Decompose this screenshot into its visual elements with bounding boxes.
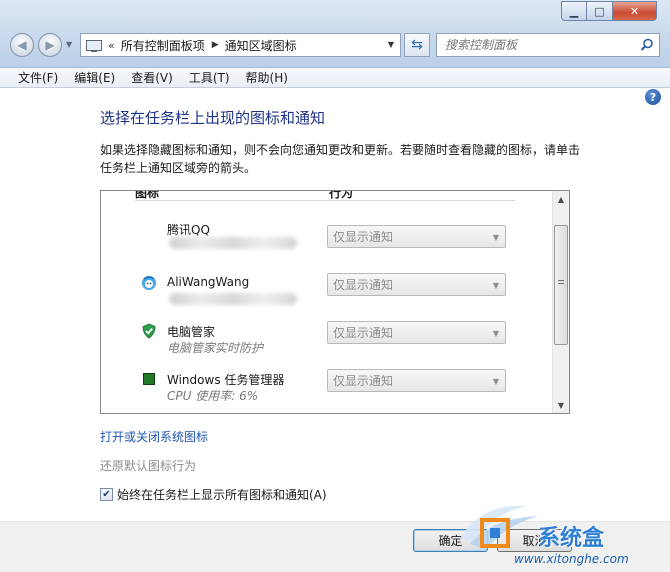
breadcrumb-overflow[interactable]: « — [108, 39, 115, 52]
behavior-dropdown[interactable]: 仅显示通知 ▼ — [327, 225, 506, 248]
row-app-name: 电脑管家 — [167, 325, 216, 339]
scroll-down-icon[interactable]: ▼ — [553, 397, 569, 413]
page-title: 选择在任务栏上出现的图标和通知 — [100, 109, 326, 127]
aliwangwang-icon — [142, 276, 156, 290]
arrow-right-icon: ▶ — [45, 38, 55, 52]
dropdown-arrow-icon: ▼ — [492, 281, 499, 290]
breadcrumb-all-control-panel-items[interactable]: 所有控制面板项 — [121, 37, 205, 54]
header-divider — [135, 200, 515, 201]
menu-view[interactable]: 查看(V) — [123, 69, 181, 86]
breadcrumb-notification-area-icons[interactable]: 通知区域图标 — [225, 37, 297, 54]
list-item: AliWangWang 仅显示通知 ▼ — [101, 273, 551, 321]
watermark-url: www.xitonghe.com — [514, 552, 629, 566]
menu-help[interactable]: 帮助(H) — [238, 69, 296, 86]
back-button[interactable]: ◀ — [10, 33, 34, 57]
list-item: 腾讯QQ 仅显示通知 ▼ — [101, 223, 551, 273]
row-app-name: Windows 任务管理器 — [167, 373, 285, 387]
breadcrumb-separator-icon[interactable]: ▶ — [212, 40, 219, 50]
menu-bar: 文件(F) 编辑(E) 查看(V) 工具(T) 帮助(H) — [0, 68, 670, 88]
maximize-button[interactable]: □ — [587, 1, 613, 21]
row-app-subtitle: 电脑管家实时防护 — [167, 341, 264, 355]
grip-icon — [558, 280, 564, 286]
row-app-name: 腾讯QQ — [167, 223, 210, 237]
always-show-checkbox[interactable]: ✔ — [100, 488, 113, 501]
watermark-logo-icon — [460, 505, 538, 550]
task-manager-icon — [143, 373, 155, 385]
close-icon: ✕ — [629, 4, 640, 18]
watermark: 系统盒 www.xitonghe.com — [452, 498, 662, 570]
recent-pages-dropdown[interactable]: ▼ — [66, 40, 72, 49]
maximize-icon: □ — [594, 4, 605, 18]
arrow-left-icon: ◀ — [17, 38, 27, 52]
forward-button[interactable]: ▶ — [38, 33, 62, 57]
menu-edit[interactable]: 编辑(E) — [66, 69, 123, 86]
dropdown-arrow-icon: ▼ — [492, 233, 499, 242]
address-bar[interactable]: « 所有控制面板项 ▶ 通知区域图标 ▼ — [80, 33, 401, 57]
always-show-all-icons-option[interactable]: ✔ 始终在任务栏上显示所有图标和通知(A) — [100, 486, 327, 503]
address-dropdown-icon[interactable]: ▼ — [388, 40, 394, 49]
behavior-dropdown[interactable]: 仅显示通知 ▼ — [327, 369, 506, 392]
blurred-text — [169, 293, 297, 305]
menu-tools[interactable]: 工具(T) — [181, 69, 238, 86]
dropdown-arrow-icon: ▼ — [492, 329, 499, 338]
row-app-name: AliWangWang — [167, 275, 250, 289]
list-item: 电脑管家 电脑管家实时防护 仅显示通知 ▼ — [101, 321, 551, 369]
toggle-system-icons-link[interactable]: 打开或关闭系统图标 — [100, 428, 208, 445]
dropdown-arrow-icon: ▼ — [492, 377, 499, 386]
scroll-up-icon[interactable]: ▲ — [553, 191, 569, 207]
refresh-icon: ⇆ — [411, 37, 423, 53]
search-input[interactable] — [445, 38, 635, 52]
always-show-label[interactable]: 始终在任务栏上显示所有图标和通知(A) — [117, 486, 327, 503]
title-bar: ▁ □ ✕ ◀ ▶ ▼ « 所有控制面板项 ▶ 通知区域图标 ▼ ⇆ — [0, 0, 670, 68]
scroll-thumb[interactable] — [554, 225, 568, 345]
behavior-dropdown[interactable]: 仅显示通知 ▼ — [327, 321, 506, 344]
blurred-text — [169, 237, 297, 249]
list-item: Windows 任务管理器 CPU 使用率: 6% 仅显示通知 ▼ — [101, 369, 551, 413]
checkmark-icon: ✔ — [102, 489, 111, 500]
restore-default-behaviors-link: 还原默认图标行为 — [100, 459, 197, 473]
control-panel-icon — [86, 39, 102, 52]
vertical-scrollbar[interactable]: ▲ ▼ — [552, 191, 569, 413]
pc-manager-shield-icon — [142, 323, 156, 339]
row-app-subtitle: CPU 使用率: 6% — [167, 389, 259, 403]
page-description: 如果选择隐藏图标和通知，则不会向您通知更改和更新。若要随时查看隐藏的图标，请单击… — [100, 143, 581, 175]
notification-icons-list[interactable]: 图标 行为 腾讯QQ 仅显示通知 ▼ AliWangWang 仅显示通知 ▼ 电… — [100, 190, 570, 414]
refresh-button[interactable]: ⇆ — [404, 33, 430, 57]
search-icon[interactable] — [640, 38, 654, 52]
behavior-dropdown[interactable]: 仅显示通知 ▼ — [327, 273, 506, 296]
menu-file[interactable]: 文件(F) — [0, 69, 66, 86]
search-box[interactable] — [436, 33, 660, 57]
help-icon[interactable]: ? — [645, 89, 661, 105]
minimize-button[interactable]: ▁ — [561, 1, 587, 21]
close-button[interactable]: ✕ — [613, 1, 657, 21]
minimize-icon: ▁ — [569, 4, 579, 18]
watermark-brand: 系统盒 — [538, 526, 605, 551]
